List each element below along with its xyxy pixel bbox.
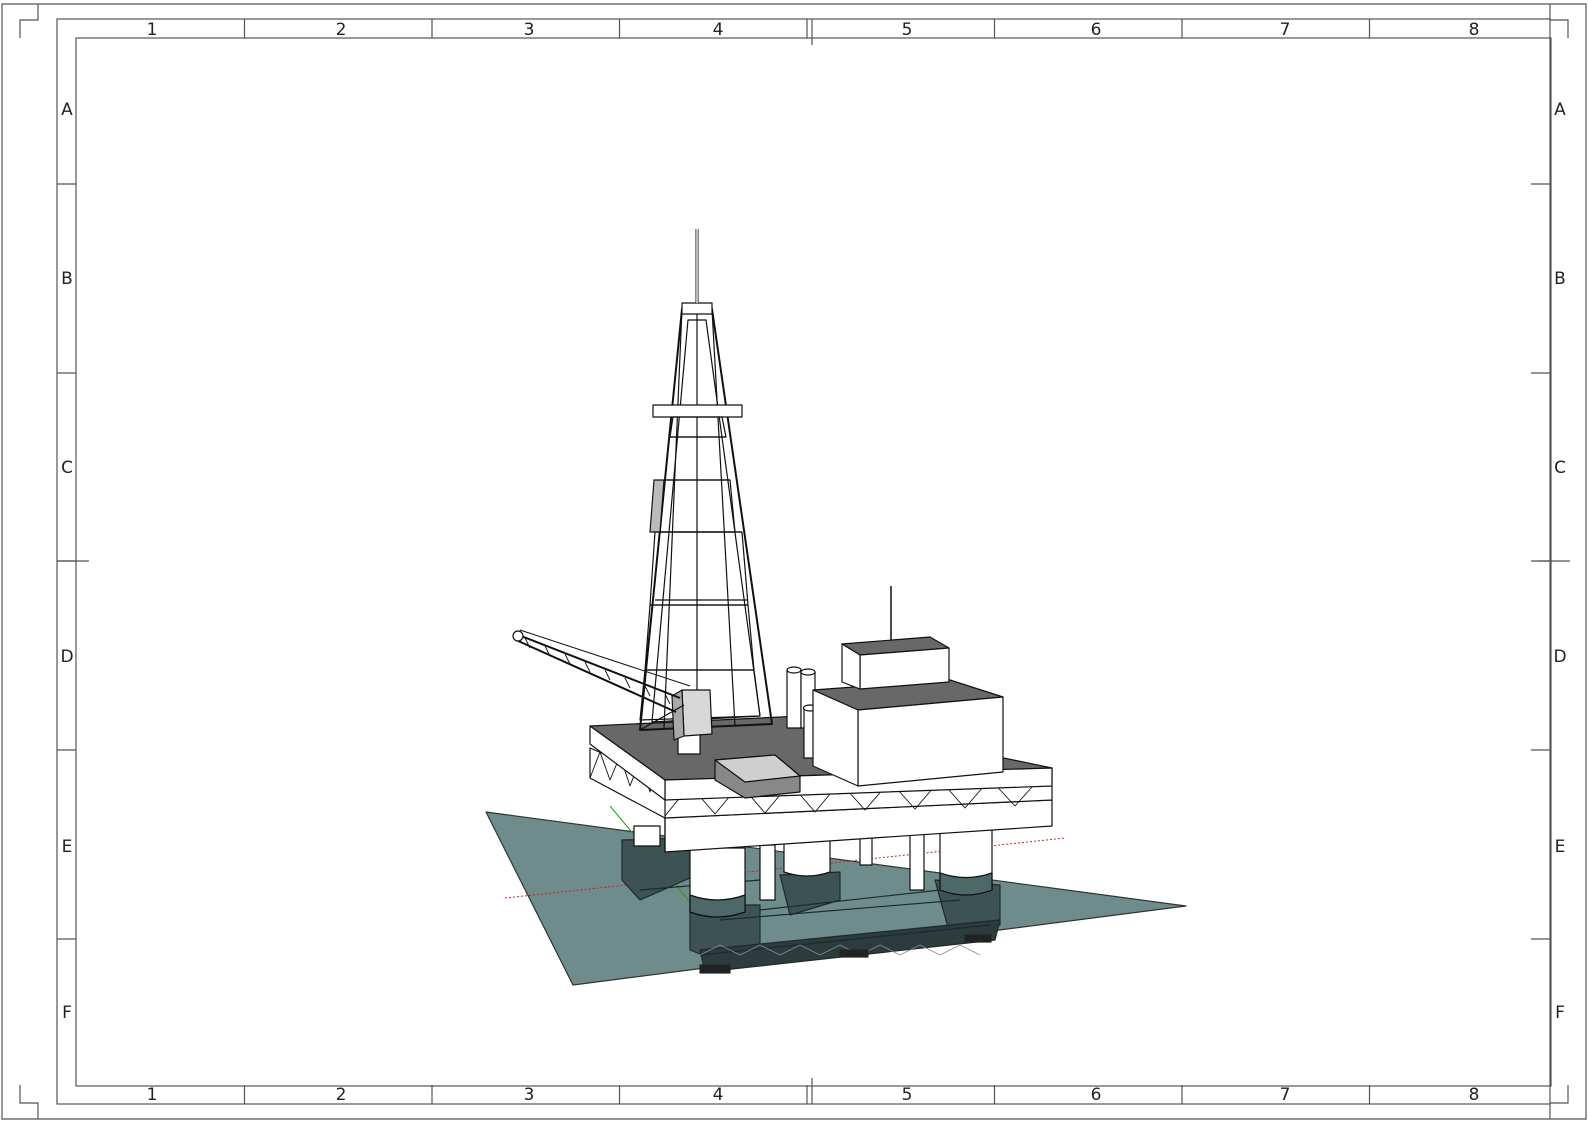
column-label: 2 bbox=[336, 20, 347, 40]
column-label: 8 bbox=[1469, 20, 1480, 40]
row-label: F bbox=[1555, 1003, 1565, 1023]
platform-drawing bbox=[485, 229, 1187, 986]
column-label: 1 bbox=[147, 20, 158, 40]
row-label: B bbox=[1554, 269, 1566, 289]
row-label: C bbox=[1554, 458, 1566, 478]
process-module bbox=[812, 586, 1004, 787]
column-label: 6 bbox=[1091, 20, 1102, 40]
column-labels-top: 1 2 3 4 5 6 7 8 bbox=[147, 20, 1480, 40]
column-label: 1 bbox=[147, 1085, 158, 1105]
row-label: E bbox=[62, 837, 73, 857]
row-label: D bbox=[60, 647, 73, 667]
column-label: 8 bbox=[1469, 1085, 1480, 1105]
deck-crane bbox=[512, 629, 713, 741]
row-label: C bbox=[61, 458, 73, 478]
column-labels-bottom: 1 2 3 4 5 6 7 8 bbox=[147, 1085, 1480, 1105]
row-label: D bbox=[1553, 647, 1566, 667]
column-label: 7 bbox=[1280, 1085, 1291, 1105]
row-label: A bbox=[61, 100, 73, 120]
column-label: 4 bbox=[713, 1085, 724, 1105]
row-label: F bbox=[62, 1003, 72, 1023]
derrick-tower bbox=[639, 229, 773, 755]
column-label: 6 bbox=[1091, 1085, 1102, 1105]
row-label: A bbox=[1554, 100, 1566, 120]
column-label: 5 bbox=[902, 20, 913, 40]
column-label: 5 bbox=[902, 1085, 913, 1105]
row-label: E bbox=[1555, 837, 1566, 857]
row-label: B bbox=[61, 269, 73, 289]
column-label: 4 bbox=[713, 20, 724, 40]
column-label: 2 bbox=[336, 1085, 347, 1105]
column-label: 3 bbox=[524, 20, 535, 40]
column-label: 7 bbox=[1280, 20, 1291, 40]
drawing-sheet: 1 2 3 4 5 6 7 8 1 2 3 4 5 6 7 8 A B C D … bbox=[1, 3, 1587, 1120]
column-label: 3 bbox=[524, 1085, 535, 1105]
